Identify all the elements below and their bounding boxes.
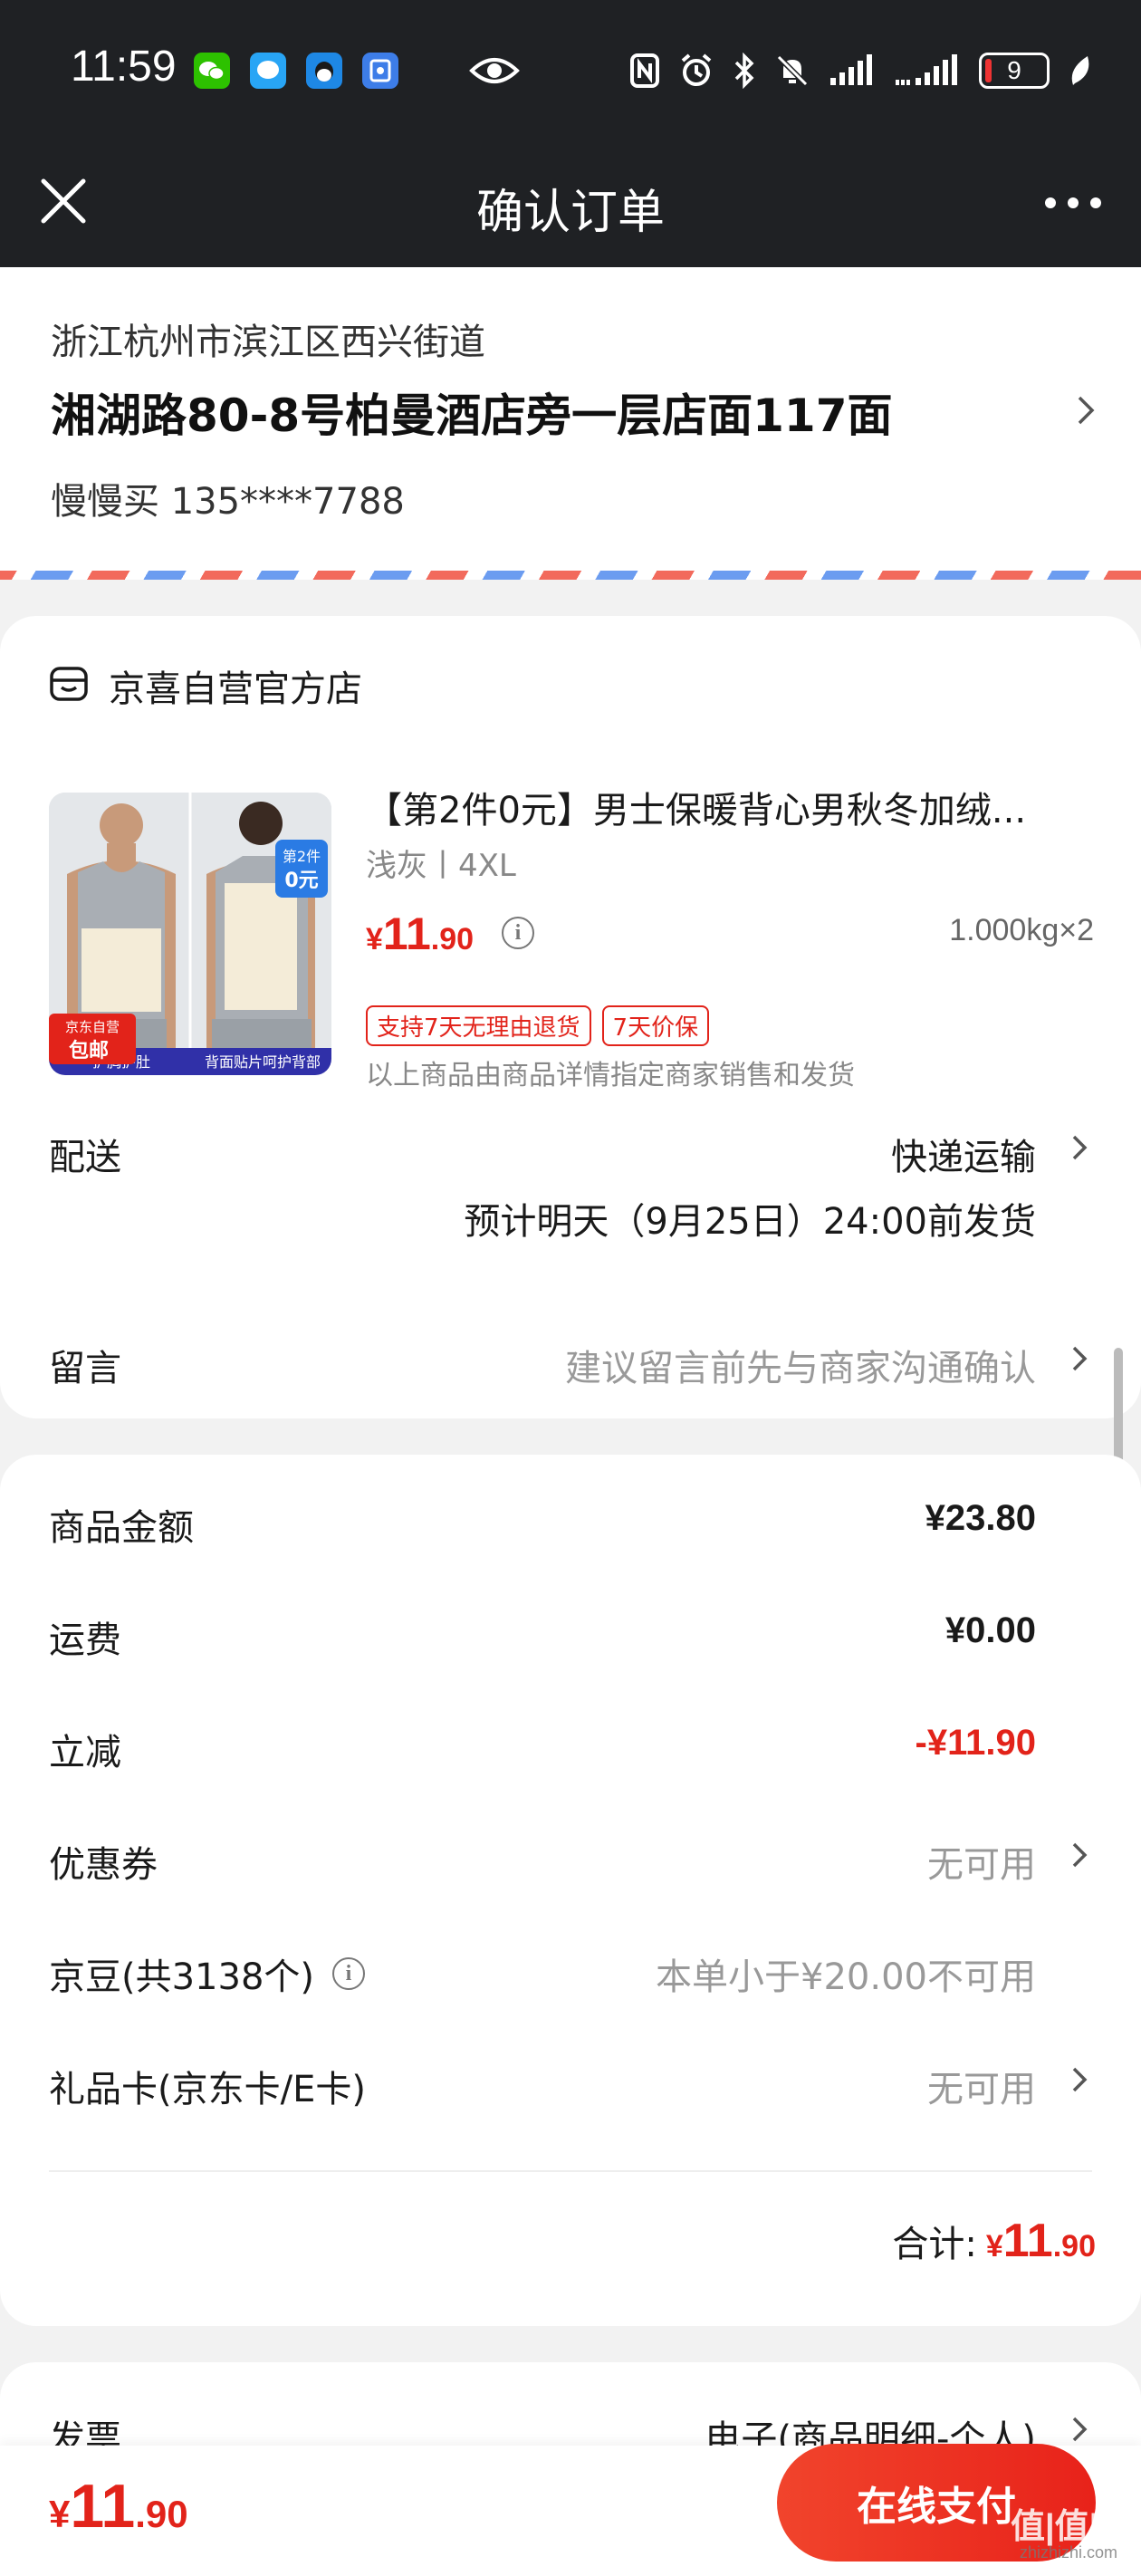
address-card[interactable]: 浙江杭州市滨江区西兴街道 湘湖路80-8号柏曼酒店旁一层店面117面 慢慢买 1… [0, 267, 1141, 580]
goods-amount-label: 商品金额 [49, 1507, 194, 1549]
product-weight-quantity: 1.000kg×2 [949, 913, 1094, 947]
total-label: 合计: [892, 2224, 977, 2265]
price-integer: 11 [382, 908, 431, 959]
jingdou-row: 京豆(共3138个) i [49, 1947, 366, 2000]
jingdou-label: 京豆(共3138个) [49, 1956, 315, 1998]
info-icon[interactable]: i [332, 1957, 366, 1990]
bottom-currency: ¥ [49, 2493, 71, 2535]
shipping-value: ¥0.00 [944, 1610, 1036, 1650]
coupon-value[interactable]: 无可用 [927, 1835, 1036, 1888]
bottom-total-price: ¥ 11 .90 [49, 2471, 188, 2542]
nav-bar: 确认订单 [0, 145, 1141, 267]
shop-card: 京喜自营官方店 第2件 0元 护胸护肚 背面贴片呵护背部 [0, 616, 1141, 1418]
discount-label: 立减 [49, 1732, 121, 1773]
image-label-self: 京东自营 [65, 1019, 120, 1035]
address-detail: 湘湖路80-8号柏曼酒店旁一层店面117面 [51, 389, 893, 442]
service-tag: 7天价保 [601, 1005, 710, 1046]
bottom-integer: 11 [70, 2472, 136, 2541]
coupon-label: 优惠券 [49, 1844, 158, 1886]
status-time: 11:59 [71, 43, 177, 91]
total-currency: ¥ [985, 2229, 1003, 2264]
shop-icon [49, 664, 89, 707]
product-image[interactable]: 第2件 0元 护胸护肚 背面贴片呵护背部 京东自营 包邮 [49, 793, 331, 1075]
message-input[interactable]: 建议留言前先与商家沟通确认 [565, 1339, 1036, 1391]
total-integer: 11 [1002, 2215, 1053, 2267]
giftcard-value[interactable]: 无可用 [927, 2060, 1036, 2112]
image-badge-top: 第2件 [283, 848, 321, 865]
address-contact: 慢慢买 135****7788 [51, 481, 405, 523]
service-tag: 支持7天无理由退货 [366, 1005, 591, 1046]
wechat-icon [194, 53, 230, 89]
image-badge-bottom: 0元 [284, 870, 318, 892]
product-title[interactable]: 【第2件0元】男士保暖背心男秋冬加绒... [366, 781, 1090, 833]
order-total: 合计: ¥ 11 .90 [892, 2214, 1096, 2268]
delivery-method[interactable]: 快递运输 [891, 1128, 1036, 1180]
goods-amount-value: ¥23.80 [925, 1498, 1036, 1538]
total-price: ¥ 11 .90 [986, 2214, 1096, 2268]
signal-icon [896, 54, 957, 85]
giftcard-label: 礼品卡(京东卡/E卡) [49, 2069, 366, 2110]
chevron-right-icon[interactable] [1069, 1837, 1092, 1873]
cost-card: 商品金额 ¥23.80 运费 ¥0.00 立减 -¥11.90 优惠券 无可用 … [0, 1455, 1141, 2326]
leaf-icon [1071, 56, 1089, 85]
total-decimal: .90 [1052, 2229, 1096, 2264]
service-tags: 支持7天无理由退货 7天价保 [366, 1005, 710, 1046]
shipping-label: 运费 [49, 1620, 121, 1661]
airmail-border [0, 571, 1141, 580]
watermark-logo: 值|值|值 [1011, 2508, 1134, 2546]
mute-icon [776, 54, 809, 87]
price-currency: ¥ [366, 922, 383, 956]
image-label-ship: 包邮 [69, 1039, 109, 1062]
battery-level: 9 [1007, 56, 1021, 84]
shop-header[interactable]: 京喜自营官方店 [49, 659, 362, 712]
chevron-right-icon[interactable] [1069, 2411, 1092, 2447]
image-caption-right: 背面贴片呵护背部 [205, 1053, 321, 1071]
status-bar: 11:59 9 [0, 0, 1141, 145]
signal-icon [830, 54, 872, 85]
page-title: 确认订单 [475, 186, 665, 240]
delivery-eta: 预计明天（9月25日）24:00前发货 [464, 1201, 1036, 1243]
chevron-right-icon[interactable] [1069, 1341, 1092, 1377]
delivery-label: 配送 [49, 1137, 121, 1178]
alipay-icon [362, 53, 398, 89]
divider [49, 2170, 1092, 2172]
chevron-right-icon[interactable] [1069, 1129, 1092, 1166]
status-icons: 9 [629, 49, 1091, 92]
shop-name: 京喜自营官方店 [109, 668, 362, 710]
product-price: ¥ 11 .90 [366, 908, 474, 960]
price-decimal: .90 [430, 922, 475, 956]
chat-icon [250, 53, 286, 89]
bluetooth-icon [734, 53, 754, 89]
alarm-icon [681, 53, 712, 86]
eye-icon [469, 53, 520, 92]
message-label: 留言 [49, 1348, 121, 1389]
product-spec: 浅灰丨4XL [366, 848, 516, 884]
watermark-url: zhizhizhi.com [1020, 2543, 1118, 2562]
qq-icon [306, 53, 342, 89]
bottom-decimal: .90 [135, 2493, 188, 2535]
jingdou-value: 本单小于¥20.00不可用 [656, 1956, 1036, 1998]
address-region: 浙江杭州市滨江区西兴街道 [51, 322, 485, 363]
chevron-right-icon[interactable] [1076, 394, 1096, 430]
battery-icon: 9 [979, 53, 1050, 89]
pay-button-label: 在线支付 [857, 2484, 1016, 2530]
nfc-icon [630, 53, 659, 88]
seller-note: 以上商品由商品详情指定商家销售和发货 [366, 1060, 855, 1091]
chevron-right-icon[interactable] [1069, 2062, 1092, 2098]
info-icon[interactable]: i [502, 917, 534, 949]
more-icon[interactable] [1041, 178, 1105, 228]
discount-value: -¥11.90 [915, 1723, 1036, 1763]
